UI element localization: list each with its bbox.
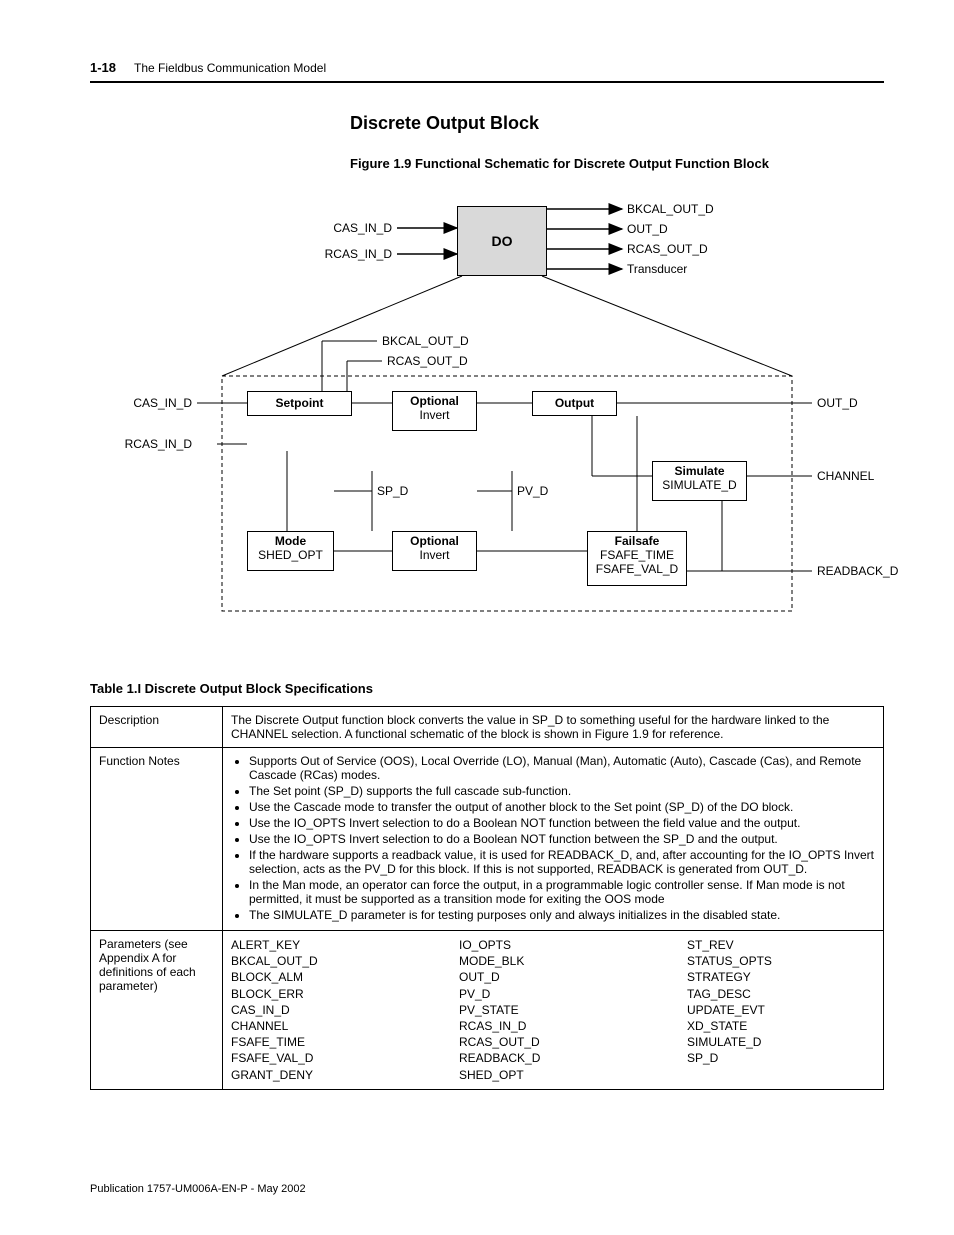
box-simulate: SimulateSIMULATE_D — [652, 461, 747, 501]
label-cas-in-d-top: CAS_IN_D — [322, 221, 392, 235]
function-note-item: If the hardware supports a readback valu… — [249, 848, 875, 876]
figure-caption: Figure 1.9 Functional Schematic for Disc… — [350, 156, 884, 171]
box-optional-1: OptionalInvert — [392, 391, 477, 431]
parameter-item: ALERT_KEY — [231, 937, 419, 953]
parameter-item: BLOCK_ERR — [231, 986, 419, 1002]
parameter-item: XD_STATE — [687, 1018, 875, 1034]
parameter-item: PV_STATE — [459, 1002, 647, 1018]
label-rcas-in-d: RCAS_IN_D — [112, 437, 192, 451]
parameter-item: MODE_BLK — [459, 953, 647, 969]
spec-table: Description The Discrete Output function… — [90, 706, 884, 1090]
label-rcas-in-d-top: RCAS_IN_D — [317, 247, 392, 261]
box-setpoint: Setpoint — [247, 391, 352, 416]
parameter-item: STATUS_OPTS — [687, 953, 875, 969]
parameter-item: TAG_DESC — [687, 986, 875, 1002]
parameter-item: SIMULATE_D — [687, 1034, 875, 1050]
label-out-d: OUT_D — [817, 396, 858, 410]
row-description-text: The Discrete Output function block conve… — [223, 707, 884, 748]
parameter-item: IO_OPTS — [459, 937, 647, 953]
parameter-item: GRANT_DENY — [231, 1067, 419, 1083]
parameter-item: OUT_D — [459, 969, 647, 985]
parameter-item: CHANNEL — [231, 1018, 419, 1034]
parameter-item: READBACK_D — [459, 1050, 647, 1066]
box-optional-2: OptionalInvert — [392, 531, 477, 571]
label-out-d-top: OUT_D — [627, 222, 668, 236]
function-note-item: The SIMULATE_D parameter is for testing … — [249, 908, 875, 922]
box-mode: ModeSHED_OPT — [247, 531, 334, 571]
parameter-item: SHED_OPT — [459, 1067, 647, 1083]
parameter-item: FSAFE_VAL_D — [231, 1050, 419, 1066]
row-description-label: Description — [91, 707, 223, 748]
label-bkcal-out-d: BKCAL_OUT_D — [382, 334, 469, 348]
label-channel: CHANNEL — [817, 469, 874, 483]
parameter-item: UPDATE_EVT — [687, 1002, 875, 1018]
label-sp-d: SP_D — [377, 484, 408, 498]
parameter-item: BLOCK_ALM — [231, 969, 419, 985]
parameter-item: RCAS_OUT_D — [459, 1034, 647, 1050]
function-note-item: The Set point (SP_D) supports the full c… — [249, 784, 875, 798]
parameter-item: BKCAL_OUT_D — [231, 953, 419, 969]
parameter-item: SP_D — [687, 1050, 875, 1066]
row-parameters-text: ALERT_KEYBKCAL_OUT_DBLOCK_ALMBLOCK_ERRCA… — [223, 931, 884, 1090]
label-rcas-out-d: RCAS_OUT_D — [387, 354, 468, 368]
footer-publication: Publication 1757-UM006A-EN-P - May 2002 — [90, 1183, 306, 1195]
row-function-notes-text: Supports Out of Service (OOS), Local Ove… — [223, 748, 884, 931]
section-title: Discrete Output Block — [350, 113, 884, 134]
parameter-item: CAS_IN_D — [231, 1002, 419, 1018]
table-caption: Table 1.I Discrete Output Block Specific… — [90, 681, 884, 696]
page-number: 1-18 — [90, 60, 116, 75]
row-parameters-label: Parameters (see Appendix A for definitio… — [91, 931, 223, 1090]
parameter-item: RCAS_IN_D — [459, 1018, 647, 1034]
row-function-notes-label: Function Notes — [91, 748, 223, 931]
box-failsafe: FailsafeFSAFE_TIMEFSAFE_VAL_D — [587, 531, 687, 586]
label-pv-d: PV_D — [517, 484, 548, 498]
label-cas-in-d: CAS_IN_D — [117, 396, 192, 410]
box-output: Output — [532, 391, 617, 416]
parameter-item: FSAFE_TIME — [231, 1034, 419, 1050]
label-transducer: Transducer — [627, 262, 687, 276]
parameter-item: PV_D — [459, 986, 647, 1002]
label-bkcal-out-d-top: BKCAL_OUT_D — [627, 202, 714, 216]
page-header: 1-18 The Fieldbus Communication Model — [90, 60, 884, 83]
function-note-item: Use the IO_OPTS Invert selection to do a… — [249, 832, 875, 846]
function-note-item: Use the Cascade mode to transfer the out… — [249, 800, 875, 814]
do-block: DO — [457, 206, 547, 276]
parameter-item: ST_REV — [687, 937, 875, 953]
parameter-item: STRATEGY — [687, 969, 875, 985]
label-readback-d: READBACK_D — [817, 564, 898, 578]
function-note-item: In the Man mode, an operator can force t… — [249, 878, 875, 906]
function-note-item: Use the IO_OPTS Invert selection to do a… — [249, 816, 875, 830]
chapter-title: The Fieldbus Communication Model — [134, 61, 326, 75]
functional-schematic: DO CAS_IN_D RCAS_IN_D BKCAL_OUT_D OUT_D … — [92, 191, 882, 641]
label-rcas-out-d-top: RCAS_OUT_D — [627, 242, 708, 256]
function-note-item: Supports Out of Service (OOS), Local Ove… — [249, 754, 875, 782]
